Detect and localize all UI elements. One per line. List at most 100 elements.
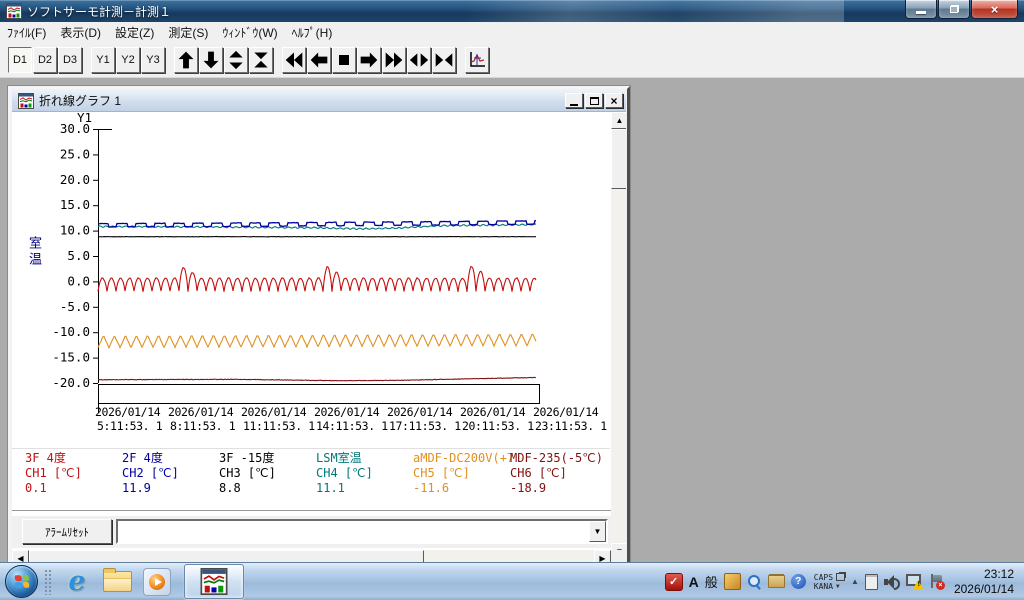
fast-forward-button[interactable] <box>382 47 406 73</box>
vertical-scrollbar[interactable]: ▲ ▼ <box>611 112 626 562</box>
desktop: ソフトサーモ計測－計測１ × ﾌｧｲﾙ(F) 表示(D) 設定(Z) 測定(S)… <box>0 0 1024 600</box>
step-left-button[interactable] <box>307 47 331 73</box>
toolbar: D1 D2 D3 Y1 Y2 Y3 <box>0 42 1024 78</box>
menubar: ﾌｧｲﾙ(F) 表示(D) 設定(Z) 測定(S) ｳｨﾝﾄﾞｳ(W) ﾍﾙﾌﾟ… <box>0 22 1024 43</box>
ime-help-icon[interactable]: ? <box>791 574 806 589</box>
show-hidden-icons-button[interactable]: ▲ <box>851 577 859 586</box>
graph-maximize-button[interactable] <box>585 93 603 108</box>
y1-button[interactable]: Y1 <box>91 47 115 73</box>
media-player-launcher[interactable] <box>140 566 174 598</box>
horizontal-scrollbar[interactable]: ◀ ▶ <box>12 550 611 562</box>
series-line-ch6 <box>98 377 536 381</box>
up-arrow-icon <box>176 50 196 70</box>
ime-conversion-mode-indicator[interactable]: 般 <box>705 572 718 591</box>
y-axis-tick: 15.0 <box>60 197 90 212</box>
legend-channel-value: -18.9 <box>510 481 607 496</box>
graph-settings-button[interactable] <box>465 47 489 73</box>
scroll-up-button[interactable] <box>174 47 198 73</box>
start-button[interactable] <box>5 565 38 598</box>
legend-channel-6: MDF-235(-5℃)CH6 [℃]-18.9 <box>510 451 607 503</box>
menu-settings[interactable]: 設定(Z) <box>108 22 161 43</box>
legend-channel-value: 11.1 <box>316 481 413 496</box>
scrollbar-right-button[interactable]: ▶ <box>594 550 611 562</box>
internet-explorer-icon: e <box>68 568 85 595</box>
internet-explorer-launcher[interactable]: e <box>60 566 94 598</box>
minimize-button[interactable] <box>905 0 937 19</box>
d3-button[interactable]: D3 <box>58 47 82 73</box>
graph-minimize-button[interactable] <box>565 93 583 108</box>
ime-input-mode-indicator[interactable]: A <box>689 574 699 590</box>
compress-vertical-button[interactable] <box>249 47 273 73</box>
app-titlebar[interactable]: ソフトサーモ計測－計測１ × <box>0 0 1024 22</box>
x-axis-date: 2026/01/14 <box>533 405 599 419</box>
y2-button[interactable]: Y2 <box>116 47 140 73</box>
menu-window[interactable]: ｳｨﾝﾄﾞｳ(W) <box>215 22 284 43</box>
y3-button[interactable]: Y3 <box>141 47 165 73</box>
softthermo-app-icon <box>199 568 229 595</box>
expand-horizontal-button[interactable] <box>407 47 431 73</box>
left-triangle-icon: ◀ <box>17 554 23 563</box>
y-axis-tick: 20.0 <box>60 172 90 187</box>
alarm-reset-button[interactable]: ｱﾗｰﾑﾘｾｯﾄ <box>22 519 112 544</box>
up-triangle-icon: ▲ <box>851 577 859 586</box>
menu-file[interactable]: ﾌｧｲﾙ(F) <box>0 22 53 43</box>
y-axis-tick: -5.0 <box>60 299 90 314</box>
volume-tray-icon[interactable] <box>884 575 900 589</box>
scrollbar-left-button[interactable]: ◀ <box>12 550 29 562</box>
security-tray-icon[interactable]: ✓ <box>665 573 683 591</box>
compress-horizontal-button[interactable] <box>432 47 456 73</box>
legend-channel-unit: CH5 [℃] <box>413 466 510 481</box>
legend-channel-name: LSM室温 <box>316 451 413 466</box>
graph-window-titlebar[interactable]: 折れ線グラフ 1 × <box>12 90 626 112</box>
expand-vertical-button[interactable] <box>224 47 248 73</box>
legend-channel-unit: CH3 [℃] <box>219 466 316 481</box>
menu-measure[interactable]: 測定(S) <box>161 22 215 43</box>
menu-help[interactable]: ﾍﾙﾌﾟ(H) <box>285 22 340 43</box>
left-arrow-icon <box>309 50 329 70</box>
vertical-scrollbar-thumb[interactable] <box>611 129 626 189</box>
legend-channel-unit: CH6 [℃] <box>510 466 607 481</box>
legend-channel-value: 0.1 <box>25 481 122 496</box>
y-axis-tick: -15.0 <box>52 350 90 365</box>
titlebar-glass <box>424 0 844 22</box>
action-center-flag-icon[interactable]: × <box>929 574 944 589</box>
ime-dictionary-icon[interactable] <box>747 574 762 589</box>
stop-button[interactable] <box>332 47 356 73</box>
ime-toolbox-icon[interactable] <box>768 575 785 588</box>
taskbar-clock[interactable]: 23:12 2026/01/14 <box>954 567 1014 597</box>
combo-dropdown-button[interactable]: ▼ <box>589 521 606 542</box>
step-right-button[interactable] <box>357 47 381 73</box>
taskbar-grip <box>44 569 52 595</box>
ime-pad-icon[interactable] <box>724 573 741 590</box>
alarm-message-combo[interactable]: ▼ <box>116 519 608 544</box>
file-explorer-launcher[interactable] <box>100 566 134 598</box>
d1-button[interactable]: D1 <box>8 47 32 73</box>
x-axis-date: 2026/01/14 <box>460 405 526 419</box>
caps-kana-indicator[interactable]: CAPS KANA▼ <box>814 573 845 591</box>
menu-view[interactable]: 表示(D) <box>53 22 108 43</box>
horizontal-scrollbar-thumb[interactable] <box>29 550 424 562</box>
clipboard-tray-icon[interactable] <box>865 574 878 590</box>
legend-channel-name: MDF-235(-5℃) <box>510 451 607 466</box>
scrollbar-up-button[interactable]: ▲ <box>611 112 626 129</box>
media-player-icon <box>143 568 171 596</box>
app-icon <box>6 3 22 19</box>
legend-channel-2: 2F 4度CH2 [℃]11.9 <box>122 451 219 503</box>
y-axis-tick: 5.0 <box>67 248 90 263</box>
d2-button[interactable]: D2 <box>33 47 57 73</box>
close-button[interactable]: × <box>971 0 1018 19</box>
legend-channel-value: 11.9 <box>122 481 219 496</box>
compress-vertical-icon <box>251 50 271 70</box>
fast-rewind-button[interactable] <box>282 47 306 73</box>
softthermo-task-button[interactable] <box>184 564 244 599</box>
restore-button[interactable] <box>938 0 970 19</box>
network-warning-tray-icon[interactable]: ! <box>906 574 923 589</box>
graph-close-button[interactable]: × <box>605 93 623 108</box>
scroll-down-button[interactable] <box>199 47 223 73</box>
y-axis-name: Y1 <box>77 112 92 125</box>
down-arrow-icon <box>201 50 221 70</box>
legend-channel-unit: CH1 [℃] <box>25 466 122 481</box>
taskbar: e ✓ A 般 ? CAPS KANA▼ <box>0 562 1024 600</box>
y-axis-label: 室温 <box>24 236 43 268</box>
pan-box[interactable] <box>99 385 540 404</box>
